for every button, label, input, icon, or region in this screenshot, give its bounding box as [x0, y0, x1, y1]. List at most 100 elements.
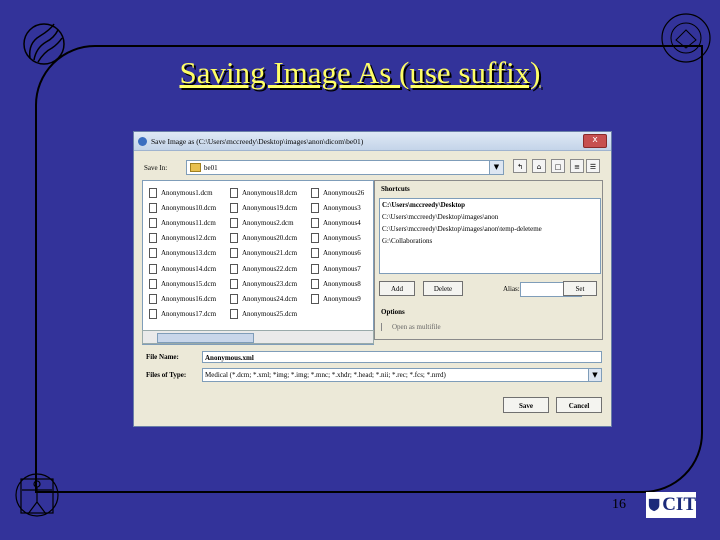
list-item[interactable]: Anonymous22.dcm: [230, 261, 297, 276]
new-folder-icon[interactable]: □: [551, 159, 565, 173]
file-icon: [311, 233, 319, 244]
chevron-down-icon[interactable]: ▼: [489, 161, 503, 174]
shortcut-item[interactable]: G:\Collaborations: [380, 235, 600, 247]
dialog-titlebar: Save Image as (C:\Users\mccreedy\Desktop…: [134, 132, 611, 151]
list-item[interactable]: Anonymous23.dcm: [230, 276, 297, 291]
file-icon: [311, 202, 319, 213]
shortcuts-list[interactable]: C:\Users\mccreedy\Desktop C:\Users\mccre…: [379, 198, 601, 274]
save-in-value: be01: [204, 163, 218, 172]
vitruvian-man-icon: [15, 473, 59, 517]
file-icon: [149, 278, 157, 289]
folder-icon: [190, 163, 201, 172]
save-in-combo[interactable]: be01 ▼: [186, 160, 504, 175]
list-item[interactable]: Anonymous5: [311, 231, 364, 246]
file-icon: [311, 187, 319, 198]
file-icon: [149, 309, 157, 320]
file-icon: [230, 263, 238, 274]
slide-title: Saving Image As (use suffix): [179, 55, 541, 90]
list-item[interactable]: Anonymous13.dcm: [149, 246, 216, 261]
dialog-title: Save Image as (C:\Users\mccreedy\Desktop…: [151, 136, 364, 146]
list-item[interactable]: Anonymous19.dcm: [230, 200, 297, 215]
up-folder-icon[interactable]: ↰: [513, 159, 527, 173]
file-list[interactable]: Anonymous1.dcm Anonymous10.dcm Anonymous…: [142, 180, 374, 345]
chevron-down-icon[interactable]: ▼: [588, 369, 601, 381]
file-icon: [230, 233, 238, 244]
details-view-icon[interactable]: ☰: [586, 159, 600, 173]
file-icon: [149, 217, 157, 228]
file-icon: [311, 217, 319, 228]
file-column-1: Anonymous1.dcm Anonymous10.dcm Anonymous…: [149, 185, 216, 322]
list-item[interactable]: Anonymous14.dcm: [149, 261, 216, 276]
checkbox-icon: [381, 323, 382, 331]
file-icon: [149, 233, 157, 244]
delete-shortcut-button[interactable]: Delete: [423, 281, 463, 296]
file-column-3: Anonymous26 Anonymous3 Anonymous4 Anonym…: [311, 185, 364, 307]
home-icon[interactable]: ⌂: [532, 159, 546, 173]
file-icon: [311, 248, 319, 259]
file-icon: [230, 309, 238, 320]
close-button[interactable]: x: [583, 134, 607, 148]
list-item[interactable]: Anonymous1.dcm: [149, 185, 216, 200]
alias-label: Alias:: [503, 285, 520, 293]
file-type-select[interactable]: Medical (*.dcm; *.xml; *img; *.img; *.mn…: [202, 368, 602, 382]
save-in-row: Save In: be01 ▼: [144, 160, 504, 175]
file-icon: [230, 278, 238, 289]
shortcut-item[interactable]: C:\Users\mccreedy\Desktop: [380, 199, 600, 211]
file-icon: [311, 263, 319, 274]
list-item[interactable]: Anonymous17.dcm: [149, 307, 216, 322]
list-view-icon[interactable]: ≡: [570, 159, 584, 173]
scrollbar-thumb[interactable]: [157, 333, 254, 343]
list-item[interactable]: Anonymous6: [311, 246, 364, 261]
list-item[interactable]: Anonymous25.dcm: [230, 307, 297, 322]
file-type-label: Files of Type:: [146, 371, 187, 379]
list-item[interactable]: Anonymous21.dcm: [230, 246, 297, 261]
file-icon: [230, 217, 238, 228]
file-icon: [311, 278, 319, 289]
file-icon: [230, 293, 238, 304]
list-item[interactable]: Anonymous15.dcm: [149, 276, 216, 291]
file-icon: [230, 187, 238, 198]
list-item[interactable]: Anonymous2.dcm: [230, 215, 297, 230]
list-item[interactable]: Anonymous9: [311, 291, 364, 306]
file-icon: [149, 202, 157, 213]
options-heading: Options: [381, 308, 405, 316]
list-item[interactable]: Anonymous16.dcm: [149, 291, 216, 306]
list-item[interactable]: Anonymous18.dcm: [230, 185, 297, 200]
list-item[interactable]: Anonymous11.dcm: [149, 215, 216, 230]
open-multifile-checkbox[interactable]: Open as multifile: [381, 323, 441, 331]
list-item[interactable]: Anonymous26: [311, 185, 364, 200]
file-icon: [149, 248, 157, 259]
cit-logo-text: CIT: [662, 494, 696, 515]
list-item[interactable]: Anonymous10.dcm: [149, 200, 216, 215]
page-number: 16: [612, 497, 626, 512]
file-icon: [230, 202, 238, 213]
shortcut-item[interactable]: C:\Users\mccreedy\Desktop\images\anon\te…: [380, 223, 600, 235]
add-shortcut-button[interactable]: Add: [379, 281, 415, 296]
horizontal-scrollbar[interactable]: [142, 330, 374, 344]
list-item[interactable]: Anonymous8: [311, 276, 364, 291]
save-image-dialog: Save Image as (C:\Users\mccreedy\Desktop…: [133, 131, 612, 427]
save-in-label: Save In:: [144, 163, 168, 172]
list-item[interactable]: Anonymous7: [311, 261, 364, 276]
file-name-label: File Name:: [146, 353, 179, 361]
shortcut-item[interactable]: C:\Users\mccreedy\Desktop\images\anon: [380, 211, 600, 223]
file-icon: [230, 248, 238, 259]
save-button[interactable]: Save: [503, 397, 549, 413]
cancel-button[interactable]: Cancel: [556, 397, 602, 413]
list-item[interactable]: Anonymous12.dcm: [149, 231, 216, 246]
file-icon: [149, 293, 157, 304]
list-item[interactable]: Anonymous4: [311, 215, 364, 230]
open-multifile-label: Open as multifile: [392, 323, 441, 331]
java-app-icon: [138, 136, 147, 146]
file-icon: [311, 293, 319, 304]
file-type-value: Medical (*.dcm; *.xml; *img; *.img; *.mn…: [205, 371, 446, 379]
list-item[interactable]: Anonymous24.dcm: [230, 291, 297, 306]
list-item[interactable]: Anonymous3: [311, 200, 364, 215]
list-item[interactable]: Anonymous20.dcm: [230, 231, 297, 246]
file-column-2: Anonymous18.dcm Anonymous19.dcm Anonymou…: [230, 185, 297, 322]
file-name-field[interactable]: Anonymous.xml: [202, 351, 602, 363]
shield-icon: [648, 498, 660, 512]
set-alias-button[interactable]: Set: [563, 281, 597, 296]
file-icon: [149, 187, 157, 198]
shortcuts-panel: Shortcuts C:\Users\mccreedy\Desktop C:\U…: [374, 180, 603, 340]
